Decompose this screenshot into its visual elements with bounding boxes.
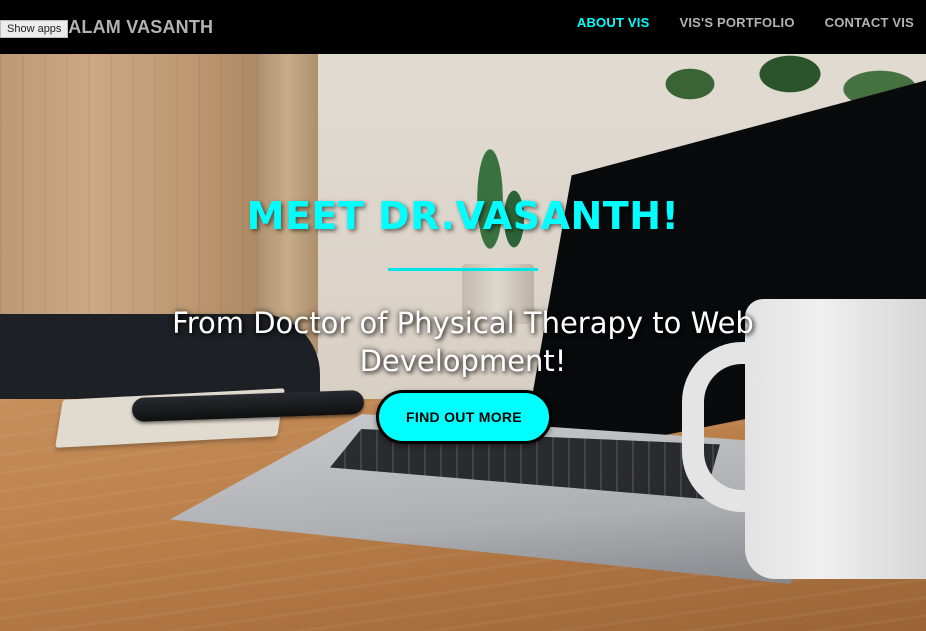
hero-subtitle: From Doctor of Physical Therapy to Web D… [172, 306, 754, 378]
top-navbar: SALAM VASANTH ABOUT VIS VIS'S PORTFOLIO … [0, 0, 926, 54]
hero-section: MEET DR.VASANTH! From Doctor of Physical… [0, 54, 926, 631]
hero-divider [388, 268, 538, 271]
nav-link-about[interactable]: ABOUT VIS [577, 15, 650, 30]
nav-link-contact[interactable]: CONTACT VIS [825, 15, 914, 30]
site-brand[interactable]: SALAM VASANTH [56, 17, 213, 38]
nav-link-portfolio[interactable]: VIS'S PORTFOLIO [679, 15, 794, 30]
show-apps-tooltip: Show apps [0, 20, 69, 38]
nav-links: ABOUT VIS VIS'S PORTFOLIO CONTACT VIS [577, 15, 914, 30]
find-out-more-button[interactable]: FIND OUT MORE [376, 390, 552, 444]
hero-title: MEET DR.VASANTH! [246, 194, 680, 238]
